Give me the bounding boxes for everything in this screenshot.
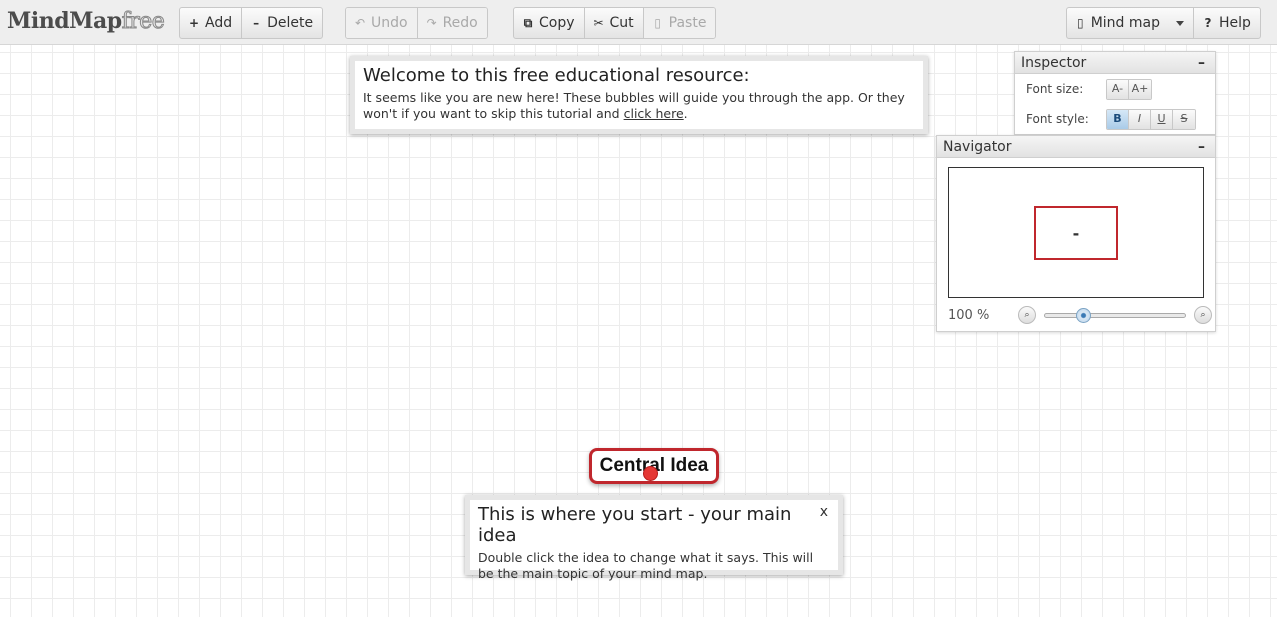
font-style-label: Font style: [1026, 112, 1089, 126]
navigator-header: Navigator – [937, 136, 1215, 158]
clipboard-button-group: ⧉ Copy ✂ Cut ▯ Paste [513, 7, 717, 39]
node-connector-handle[interactable] [643, 466, 658, 481]
zoom-in-icon[interactable]: ⌕ [1194, 306, 1212, 324]
redo-icon: ↷ [426, 16, 437, 30]
navigator-minimize-button[interactable]: – [1194, 139, 1209, 155]
zoom-out-icon[interactable]: ⌕ [1018, 306, 1036, 324]
right-button-group: ▯ Mind map ? Help [1066, 7, 1261, 39]
redo-button-label: Redo [442, 15, 478, 31]
welcome-text: It seems like you are new here! These bu… [363, 90, 915, 122]
undo-button[interactable]: ↶ Undo [346, 8, 418, 38]
mindmap-menu-button[interactable]: ▯ Mind map [1067, 8, 1194, 38]
underline-button[interactable]: U [1151, 109, 1173, 129]
font-size-decrease-button[interactable]: A- [1107, 79, 1129, 99]
font-size-row: Font size: A- A+ [1015, 74, 1215, 104]
redo-button[interactable]: ↷ Redo [417, 8, 487, 38]
cut-button-label: Cut [609, 15, 634, 31]
zoom-row: 100 % ⌕ ⌕ [937, 303, 1215, 327]
logo-main: MindMap [7, 8, 122, 34]
app-logo: MindMapfree [7, 8, 165, 35]
copy-button[interactable]: ⧉ Copy [514, 8, 585, 38]
welcome-title: Welcome to this free educational resourc… [363, 65, 750, 86]
font-style-row: Font style: B I U S [1015, 104, 1215, 134]
tip-text: Double click the idea to change what it … [478, 550, 814, 581]
skip-tutorial-link[interactable]: click here [624, 106, 684, 121]
welcome-text-end: . [683, 106, 688, 121]
font-size-buttons: A- A+ [1106, 78, 1152, 100]
navigator-title: Navigator [943, 138, 1012, 155]
zoom-slider-handle[interactable] [1076, 307, 1091, 323]
help-button[interactable]: ? Help [1194, 8, 1260, 38]
help-button-label: Help [1219, 15, 1251, 31]
zoom-level: 100 % [948, 307, 990, 323]
font-size-label: Font size: [1026, 82, 1084, 96]
bold-button[interactable]: B [1107, 109, 1129, 129]
add-button-label: Add [205, 15, 233, 31]
navigator-preview[interactable]: - [948, 167, 1204, 298]
copy-icon: ⧉ [523, 15, 533, 30]
italic-button[interactable]: I [1129, 109, 1151, 129]
undo-icon: ↶ [355, 16, 366, 30]
zoom-slider[interactable] [1044, 307, 1186, 323]
help-icon: ? [1204, 16, 1212, 30]
logo-accent: free [121, 9, 165, 35]
strikethrough-button[interactable]: S [1173, 109, 1195, 129]
font-style-buttons: B I U S [1106, 108, 1196, 130]
chevron-down-icon [1176, 20, 1184, 26]
scissors-icon: ✂ [593, 16, 604, 30]
toolbar: MindMapfree + Add – Delete ↶ Undo ↷ Redo… [0, 0, 1277, 45]
delete-button-label: Delete [267, 15, 314, 31]
paste-button[interactable]: ▯ Paste [643, 8, 716, 38]
document-icon: ▯ [1077, 16, 1084, 30]
welcome-bubble: Welcome to this free educational resourc… [350, 56, 928, 134]
mindmap-menu-label: Mind map [1090, 15, 1160, 31]
tip-close-button[interactable]: x [820, 504, 828, 520]
edit-button-group: + Add – Delete [179, 7, 324, 39]
inspector-panel: Inspector – Font size: A- A+ Font style:… [1014, 51, 1216, 135]
cut-button[interactable]: ✂ Cut [585, 8, 644, 38]
history-button-group: ↶ Undo ↷ Redo [345, 7, 488, 39]
inspector-title: Inspector [1021, 54, 1087, 71]
delete-button[interactable]: – Delete [242, 8, 322, 38]
add-button[interactable]: + Add [180, 8, 243, 38]
navigator-viewport[interactable]: - [1034, 206, 1118, 260]
tip-bubble: This is where you start - your main idea… [465, 495, 843, 581]
undo-button-label: Undo [371, 15, 408, 31]
copy-button-label: Copy [539, 15, 575, 31]
tip-title: This is where you start - your main idea [478, 504, 792, 546]
font-size-increase-button[interactable]: A+ [1129, 79, 1151, 99]
paste-icon: ▯ [654, 16, 661, 30]
inspector-minimize-button[interactable]: – [1194, 55, 1209, 71]
inspector-header: Inspector – [1015, 52, 1215, 74]
navigator-panel: Navigator – - 100 % ⌕ ⌕ [936, 135, 1216, 332]
plus-icon: + [189, 16, 200, 30]
paste-button-label: Paste [668, 15, 707, 31]
minus-icon: – [253, 16, 260, 30]
